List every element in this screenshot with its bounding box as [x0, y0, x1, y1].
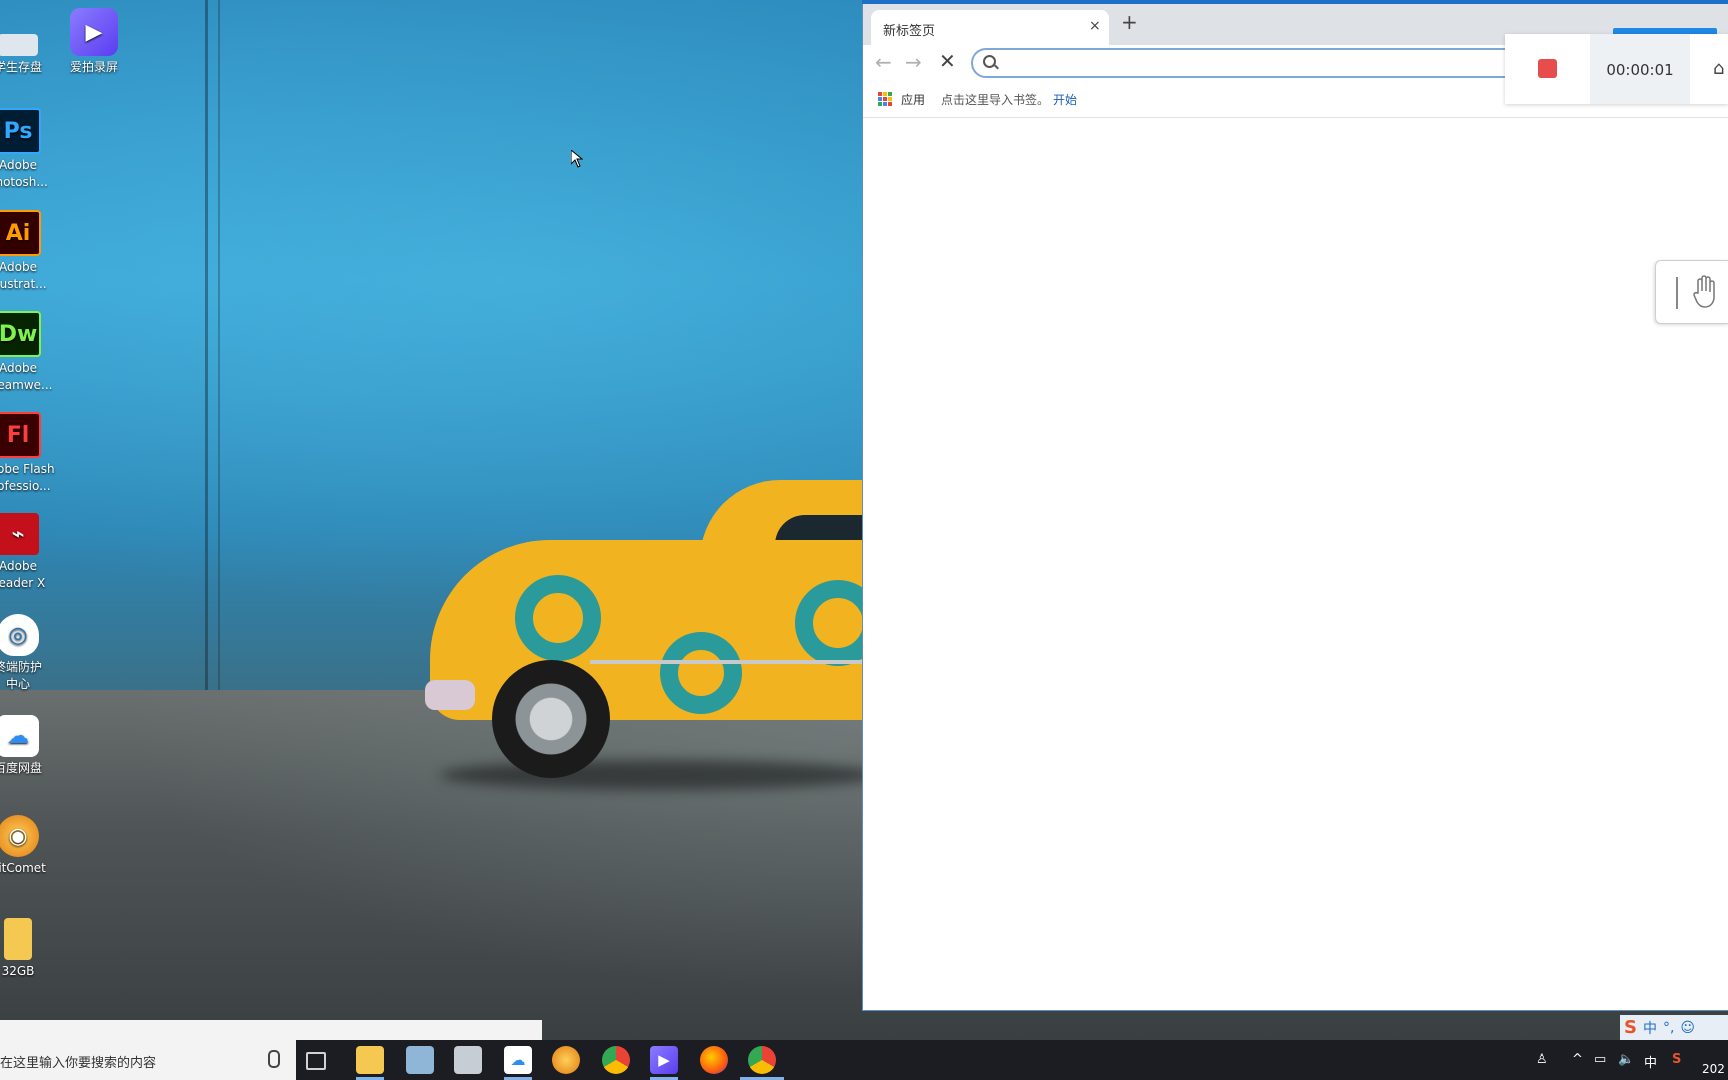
desktop-icon-label: Illustrat... [0, 277, 47, 291]
desktop-icon-label: Professio... [0, 479, 51, 493]
desktop-icon-reader[interactable]: ⌁ Adobe Reader X [0, 513, 58, 592]
task-view-icon[interactable] [306, 1052, 326, 1070]
desktop-icon-label: Dreamwe... [0, 378, 53, 392]
tray-language-indicator[interactable]: 中 [1644, 1052, 1657, 1071]
taskbar-search-box[interactable]: 在这里输入你要搜索的内容 [0, 1040, 296, 1080]
hand-icon [1693, 275, 1715, 308]
cloud-icon: ☁ [0, 715, 39, 757]
taskbar-search-placeholder: 在这里输入你要搜索的内容 [0, 1056, 157, 1071]
mouse-cursor-icon [571, 150, 583, 168]
chrome-icon[interactable] [602, 1046, 630, 1074]
apps-grid-icon[interactable] [878, 92, 892, 106]
desktop-icon-label: 百度网盘 [0, 761, 42, 775]
desktop-icon-label: 终端防护 [0, 660, 42, 674]
car-decal-ring [515, 575, 601, 661]
search-box-top [0, 1020, 542, 1040]
photoshop-icon: Ps [0, 108, 41, 154]
widget-divider [1676, 277, 1678, 309]
desktop-icon-illustrator[interactable]: Ai Adobe Illustrat... [0, 210, 58, 293]
new-tab-button[interactable]: + [1121, 12, 1138, 32]
desktop-icon-label: BitComet [0, 861, 46, 875]
desktop-icon-label: 32GB [1, 964, 35, 978]
tab-new-tab[interactable]: 新标签页 × [871, 10, 1109, 45]
volume-icon[interactable]: 🔈 [1618, 1052, 1634, 1067]
bitcomet-icon: ◉ [0, 815, 39, 857]
floating-hand-widget[interactable] [1655, 260, 1728, 324]
screen-recorder-panel: 00:00:01 ⌂ [1505, 34, 1728, 104]
car-shadow [440, 760, 880, 790]
forward-button[interactable]: → [905, 51, 922, 73]
desktop-icon-student-disk[interactable]: 学生存盘 [0, 26, 58, 76]
browser-window: 新标签页 × + ← → ✕ 应用 点击这里导入书签。 开始 [862, 4, 1728, 1011]
taskbar: 在这里输入你要搜索的内容 ☁ ▶ ♙ ^ ▭ 🔈 中 S 202 [0, 1040, 1728, 1080]
wallpaper-crack [205, 0, 208, 700]
desktop-icon-label: Adobe [0, 260, 37, 274]
desktop-icon-label: Reader X [0, 576, 46, 590]
wallpaper-crack [218, 0, 220, 700]
file-explorer-icon[interactable] [356, 1046, 384, 1074]
desktop-icon-label: Photosh... [0, 175, 48, 189]
desktop-icon-flash[interactable]: Fl Adobe Flash Professio... [0, 412, 58, 495]
sogou-tray-icon[interactable]: S [1672, 1052, 1681, 1067]
desktop-icon-usb-32gb[interactable]: 32GB [0, 918, 58, 980]
desktop-icon-label: Adobe [0, 361, 37, 375]
desktop-icon-photoshop[interactable]: Ps Adobe Photosh... [0, 108, 58, 191]
car-bumper [425, 680, 475, 710]
car-decal-ring [660, 632, 742, 714]
car-stripe [590, 660, 880, 664]
bookmark-start-link[interactable]: 开始 [1053, 91, 1077, 108]
tab-close-icon[interactable]: × [1089, 18, 1101, 34]
shield-icon: ◎ [0, 614, 39, 656]
chrome-icon[interactable] [748, 1046, 776, 1074]
microphone-icon[interactable] [268, 1050, 280, 1068]
desktop-icon-label: 中心 [5, 677, 30, 691]
desktop-icon-label: 学生存盘 [0, 60, 42, 74]
desktop-icon-label: Adobe [0, 158, 37, 172]
bitcomet-icon[interactable] [552, 1046, 580, 1074]
drive-icon [0, 34, 38, 56]
bookmark-apps-label[interactable]: 应用 [901, 91, 925, 108]
back-button[interactable]: ← [875, 51, 892, 73]
desktop-icon-label: Adobe [0, 559, 37, 573]
bookmark-import-text: 点击这里导入书签。 [941, 93, 1050, 107]
car-wheel [492, 660, 610, 778]
flash-icon: Fl [0, 412, 41, 458]
desktop-icon-dreamweaver[interactable]: Dw Adobe Dreamwe... [0, 311, 58, 394]
notepad-icon[interactable] [406, 1046, 434, 1074]
illustrator-icon: Ai [0, 210, 41, 256]
firefox-icon[interactable] [700, 1046, 728, 1074]
recording-time: 00:00:01 [1606, 61, 1674, 79]
desktop-icon-label: 爱拍录屏 [69, 60, 118, 74]
people-icon[interactable]: ♙ [1536, 1052, 1548, 1067]
stop-loading-button[interactable]: ✕ [939, 50, 956, 72]
ime-language-indicator[interactable]: 中 [1643, 1018, 1657, 1038]
desktop-icon-baidu-netdisk[interactable]: ☁ 百度网盘 [0, 715, 58, 777]
ime-toolbar[interactable]: S 中 °, ☺ [1620, 1015, 1728, 1040]
record-stop-button[interactable] [1538, 59, 1557, 78]
network-icon[interactable]: ▭ [1594, 1052, 1606, 1067]
desktop-icon-endpoint-protection[interactable]: ◎ 终端防护 中心 [0, 614, 58, 693]
emoji-icon[interactable]: ☺ [1680, 1020, 1695, 1036]
home-icon[interactable]: ⌂ [1713, 58, 1724, 79]
aipai-recorder-icon: ▶ [70, 8, 118, 56]
aipai-recorder-icon[interactable]: ▶ [650, 1046, 678, 1074]
dreamweaver-icon: Dw [0, 311, 41, 357]
desktop-icon-bitcomet[interactable]: ◉ BitComet [0, 815, 58, 877]
folder-icon [4, 918, 32, 960]
recording-timer: 00:00:01 [1590, 34, 1690, 104]
tab-title: 新标签页 [883, 24, 936, 39]
pdf-reader-icon: ⌁ [0, 513, 39, 555]
clock-date[interactable]: 202 [1702, 1062, 1725, 1076]
desktop-icon-aipai-recorder[interactable]: ▶ 爱拍录屏 [54, 8, 134, 76]
remote-desktop-icon[interactable] [454, 1046, 482, 1074]
punctuation-icon[interactable]: °, [1663, 1020, 1674, 1036]
baidu-netdisk-icon[interactable]: ☁ [504, 1046, 532, 1074]
sogou-ime-icon: S [1624, 1017, 1637, 1038]
chevron-up-icon[interactable]: ^ [1572, 1052, 1583, 1067]
search-icon [983, 55, 996, 68]
desktop-icon-label: Adobe Flash [0, 462, 55, 476]
